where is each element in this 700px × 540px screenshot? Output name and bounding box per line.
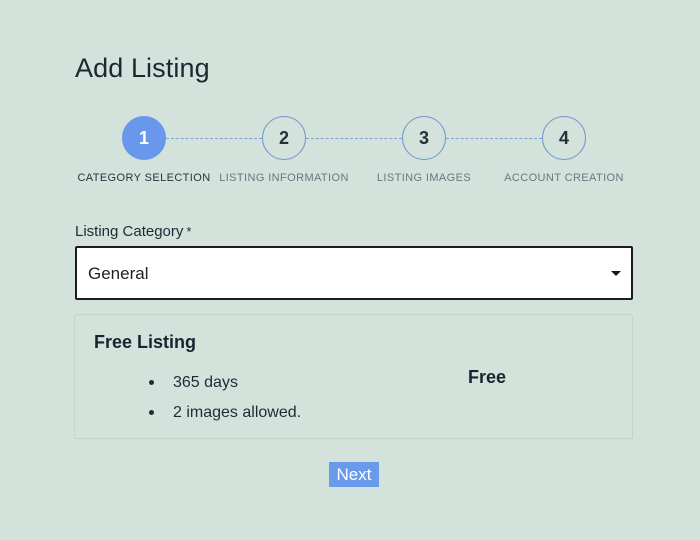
plan-name: Free Listing (94, 332, 197, 352)
step-2-indicator[interactable]: 2 (262, 116, 306, 160)
free-listing-plan-card[interactable]: Free Listing 365 days 2 images allowed. … (74, 314, 633, 439)
plan-feature-item: 365 days (147, 373, 301, 403)
plan-price: Free (468, 367, 507, 387)
listing-category-label-text: Listing Category (75, 223, 184, 240)
plan-feature-text: 365 days (173, 374, 238, 391)
step-1-indicator[interactable]: 1 (122, 116, 166, 160)
plan-feature-item: 2 images allowed. (147, 403, 301, 433)
next-button[interactable]: Next (329, 462, 379, 487)
step-connector (306, 138, 402, 139)
listing-category-select[interactable]: General (75, 246, 633, 300)
step-4-label: ACCOUNT CREATION (504, 172, 624, 184)
bullet-icon (149, 380, 154, 385)
caret-down-icon (611, 271, 621, 276)
step-connector (446, 138, 542, 139)
progress-stepper: 1 2 3 4 CATEGORY SELECTION LISTING INFOR… (0, 0, 700, 200)
required-marker: * (186, 224, 192, 239)
step-connector (166, 138, 262, 139)
plan-features-list: 365 days 2 images allowed. (147, 373, 301, 433)
step-3-indicator[interactable]: 3 (402, 116, 446, 160)
listing-category-selected-value: General (88, 264, 149, 283)
listing-category-label: Listing Category * (75, 223, 191, 240)
bullet-icon (149, 410, 154, 415)
step-4-indicator[interactable]: 4 (542, 116, 586, 160)
plan-feature-text: 2 images allowed. (173, 404, 302, 421)
